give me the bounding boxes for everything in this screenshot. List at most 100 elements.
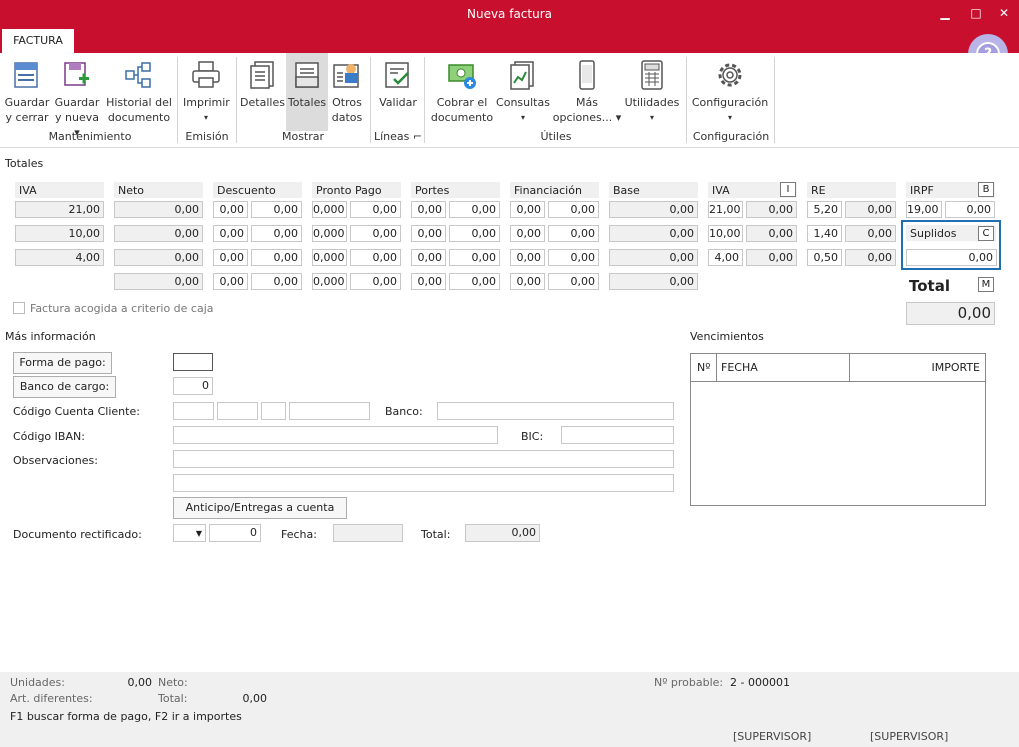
row-financiacion-value[interactable]: 0,00 bbox=[548, 201, 599, 218]
hdr-descuento: Descuento bbox=[213, 182, 302, 198]
observaciones-input-2[interactable] bbox=[173, 474, 674, 492]
supervisor-label-1: [SUPERVISOR] bbox=[733, 730, 812, 743]
row-pronto-value[interactable]: 0,00 bbox=[350, 225, 401, 242]
utilidades-button[interactable]: Utilidades ▾ bbox=[624, 53, 680, 131]
consultas-dropdown: ▾ bbox=[520, 113, 525, 122]
row-pronto-value[interactable]: 0,00 bbox=[350, 201, 401, 218]
ribbon: Guardar y cerrar Guardar y nueva ▾ Histo… bbox=[0, 53, 1019, 148]
banco-input[interactable] bbox=[437, 402, 674, 420]
suplidos-value[interactable]: 0,00 bbox=[906, 249, 997, 266]
row-descuento-pct[interactable]: 0,00 bbox=[213, 225, 248, 242]
otros-datos-button[interactable]: Otros datos bbox=[330, 53, 364, 131]
ccc-dc-input[interactable] bbox=[261, 402, 286, 420]
detalles-button[interactable]: Detalles bbox=[240, 53, 285, 131]
row-iva-pct[interactable]: 21,00 bbox=[708, 201, 743, 218]
validar-button[interactable]: Validar bbox=[376, 53, 420, 131]
iban-input[interactable] bbox=[173, 426, 498, 444]
totales-button[interactable]: Totales bbox=[286, 53, 328, 131]
row-re-pct[interactable]: 0,50 bbox=[807, 249, 842, 266]
badge-irpf[interactable]: B bbox=[978, 182, 994, 197]
row-iva-rate: 10,00 bbox=[15, 225, 104, 242]
row-portes-pct[interactable]: 0,00 bbox=[411, 225, 446, 242]
row-financiacion-value[interactable]: 0,00 bbox=[548, 273, 599, 290]
row-descuento-value[interactable]: 0,00 bbox=[251, 273, 302, 290]
forma-pago-input[interactable] bbox=[173, 353, 213, 371]
maximize-button[interactable]: □ bbox=[966, 4, 986, 22]
banco-cargo-button[interactable]: Banco de cargo: bbox=[13, 376, 116, 398]
bic-label: BIC: bbox=[521, 430, 544, 443]
row-pronto-value[interactable]: 0,00 bbox=[350, 273, 401, 290]
ribbon-separator bbox=[774, 57, 775, 143]
ccc-entidad-input[interactable] bbox=[173, 402, 214, 420]
row-financiacion-pct[interactable]: 0,00 bbox=[510, 249, 545, 266]
forma-pago-button[interactable]: Forma de pago: bbox=[13, 352, 112, 374]
tab-factura[interactable]: FACTURA bbox=[2, 29, 74, 54]
row-financiacion-pct[interactable]: 0,00 bbox=[510, 201, 545, 218]
row-portes-value[interactable]: 0,00 bbox=[449, 225, 500, 242]
row-portes-value[interactable]: 0,00 bbox=[449, 249, 500, 266]
row-iva-pct[interactable]: 4,00 bbox=[708, 249, 743, 266]
irpf-value[interactable]: 0,00 bbox=[945, 201, 995, 218]
row-financiacion-pct[interactable]: 0,00 bbox=[510, 225, 545, 242]
gear-icon bbox=[718, 63, 742, 87]
row-portes-value[interactable]: 0,00 bbox=[449, 201, 500, 218]
queries-icon bbox=[510, 61, 534, 90]
row-descuento-pct[interactable]: 0,00 bbox=[213, 201, 248, 218]
minimize-button[interactable]: ▁ bbox=[935, 4, 955, 22]
row-descuento-value[interactable]: 0,00 bbox=[251, 225, 302, 242]
irpf-percent[interactable]: 19,00 bbox=[906, 201, 942, 218]
row-portes-value[interactable]: 0,00 bbox=[449, 273, 500, 290]
badge-iva[interactable]: I bbox=[780, 182, 796, 197]
row-financiacion-value[interactable]: 0,00 bbox=[548, 249, 599, 266]
row-pronto-pct[interactable]: 0,000 bbox=[312, 273, 347, 290]
ccc-oficina-input[interactable] bbox=[217, 402, 258, 420]
row-descuento-pct[interactable]: 0,00 bbox=[213, 273, 248, 290]
guardar-nueva-button[interactable]: Guardar y nueva ▾ bbox=[53, 53, 101, 139]
vencimientos-table[interactable]: Nº FECHA IMPORTE bbox=[690, 353, 986, 506]
group-lineas[interactable]: Líneas ⌐ bbox=[372, 130, 424, 143]
observaciones-input-1[interactable] bbox=[173, 450, 674, 468]
row-re-value: 0,00 bbox=[845, 225, 896, 242]
row-financiacion-value[interactable]: 0,00 bbox=[548, 225, 599, 242]
vencimientos-title: Vencimientos bbox=[690, 330, 764, 343]
col-separator bbox=[716, 354, 717, 382]
row-iva-pct[interactable]: 10,00 bbox=[708, 225, 743, 242]
consultas-button[interactable]: Consultas ▾ bbox=[496, 53, 550, 131]
row-pronto-value[interactable]: 0,00 bbox=[350, 249, 401, 266]
bic-input[interactable] bbox=[561, 426, 674, 444]
banco-cargo-input[interactable]: 0 bbox=[173, 377, 213, 395]
criterio-caja-label: Factura acogida a criterio de caja bbox=[30, 302, 214, 315]
n-probable-value: 2 - 000001 bbox=[730, 676, 790, 689]
row-financiacion-pct[interactable]: 0,00 bbox=[510, 273, 545, 290]
doc-rectificado-input[interactable]: 0 bbox=[209, 524, 261, 542]
row-descuento-value[interactable]: 0,00 bbox=[251, 249, 302, 266]
cobrar-button[interactable]: Cobrar el documento bbox=[430, 53, 494, 131]
guardar-cerrar-button[interactable]: Guardar y cerrar bbox=[3, 53, 51, 131]
mas-opciones-button[interactable]: Más opciones... ▾ bbox=[552, 53, 622, 131]
calculator-icon bbox=[641, 60, 663, 90]
criterio-caja-checkbox[interactable] bbox=[13, 302, 25, 314]
row-pronto-pct[interactable]: 0,000 bbox=[312, 249, 347, 266]
col-separator bbox=[849, 354, 850, 382]
ccc-cuenta-input[interactable] bbox=[289, 402, 370, 420]
imprimir-button[interactable]: Imprimir ▾ bbox=[183, 53, 230, 131]
row-portes-pct[interactable]: 0,00 bbox=[411, 201, 446, 218]
row-descuento-value[interactable]: 0,00 bbox=[251, 201, 302, 218]
row-portes-pct[interactable]: 0,00 bbox=[411, 273, 446, 290]
historial-button[interactable]: Historial del documento bbox=[106, 53, 172, 131]
row-re-pct[interactable]: 5,20 bbox=[807, 201, 842, 218]
row-re-pct[interactable]: 1,40 bbox=[807, 225, 842, 242]
badge-suplidos[interactable]: C bbox=[978, 226, 994, 241]
row-pronto-pct[interactable]: 0,000 bbox=[312, 201, 347, 218]
close-button[interactable]: ✕ bbox=[994, 4, 1014, 22]
doc-rectificado-select[interactable]: ▼ bbox=[173, 524, 206, 542]
row-pronto-pct[interactable]: 0,000 bbox=[312, 225, 347, 242]
badge-total[interactable]: M bbox=[978, 277, 994, 292]
totales-label: Totales bbox=[287, 96, 327, 109]
other-data-icon bbox=[333, 64, 359, 88]
row-portes-pct[interactable]: 0,00 bbox=[411, 249, 446, 266]
anticipo-button[interactable]: Anticipo/Entregas a cuenta bbox=[173, 497, 347, 519]
configuracion-button[interactable]: Configuración ▾ bbox=[690, 53, 770, 131]
row-descuento-pct[interactable]: 0,00 bbox=[213, 249, 248, 266]
historial-label-1: Historial del bbox=[106, 96, 172, 109]
